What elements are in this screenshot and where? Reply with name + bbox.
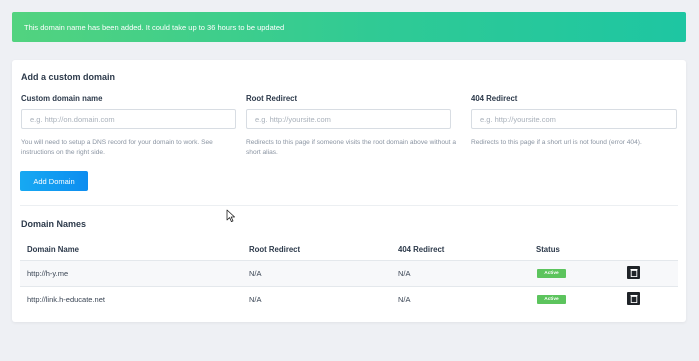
redirect-404-cell: N/A <box>398 269 411 278</box>
table-row: http://h-y.me N/A N/A Active <box>20 260 678 286</box>
status-badge: Active <box>537 295 566 304</box>
add-domain-title: Add a custom domain <box>21 72 116 82</box>
delete-button[interactable] <box>627 266 640 279</box>
domain-cell: http://h-y.me <box>27 269 69 278</box>
root-redirect-label: Root Redirect <box>246 94 298 103</box>
column-header-404-redirect: 404 Redirect <box>398 245 445 254</box>
alert-message: This domain name has been added. It coul… <box>24 22 285 32</box>
column-header-root-redirect: Root Redirect <box>249 245 301 254</box>
root-redirect-cell: N/A <box>249 269 262 278</box>
redirect-404-help: Redirects to this page if a short url is… <box>471 139 642 146</box>
domains-card: Add a custom domain Custom domain name Y… <box>12 60 686 322</box>
trash-icon <box>630 269 637 277</box>
trash-icon <box>630 295 637 303</box>
redirect-404-label: 404 Redirect <box>471 94 518 103</box>
root-redirect-input[interactable] <box>246 109 451 129</box>
custom-domain-help: You will need to setup a DNS record for … <box>21 139 213 156</box>
custom-domain-label: Custom domain name <box>21 94 103 103</box>
success-alert: This domain name has been added. It coul… <box>12 12 686 42</box>
redirect-404-input[interactable] <box>471 109 677 129</box>
add-domain-button[interactable]: Add Domain <box>20 171 88 191</box>
column-header-status: Status <box>536 245 560 254</box>
column-header-domain-name: Domain Name <box>27 245 79 254</box>
custom-domain-input[interactable] <box>21 109 236 129</box>
redirect-404-cell: N/A <box>398 295 411 304</box>
root-redirect-help: Redirects to this page if someone visits… <box>246 139 457 156</box>
delete-button[interactable] <box>627 292 640 305</box>
status-badge: Active <box>537 269 566 278</box>
domain-cell: http://link.h-educate.net <box>27 295 105 304</box>
section-divider <box>20 205 678 206</box>
domain-names-title: Domain Names <box>21 219 87 229</box>
mouse-pointer-icon <box>226 209 235 222</box>
table-row: http://link.h-educate.net N/A N/A Active <box>20 286 678 312</box>
root-redirect-cell: N/A <box>249 295 262 304</box>
